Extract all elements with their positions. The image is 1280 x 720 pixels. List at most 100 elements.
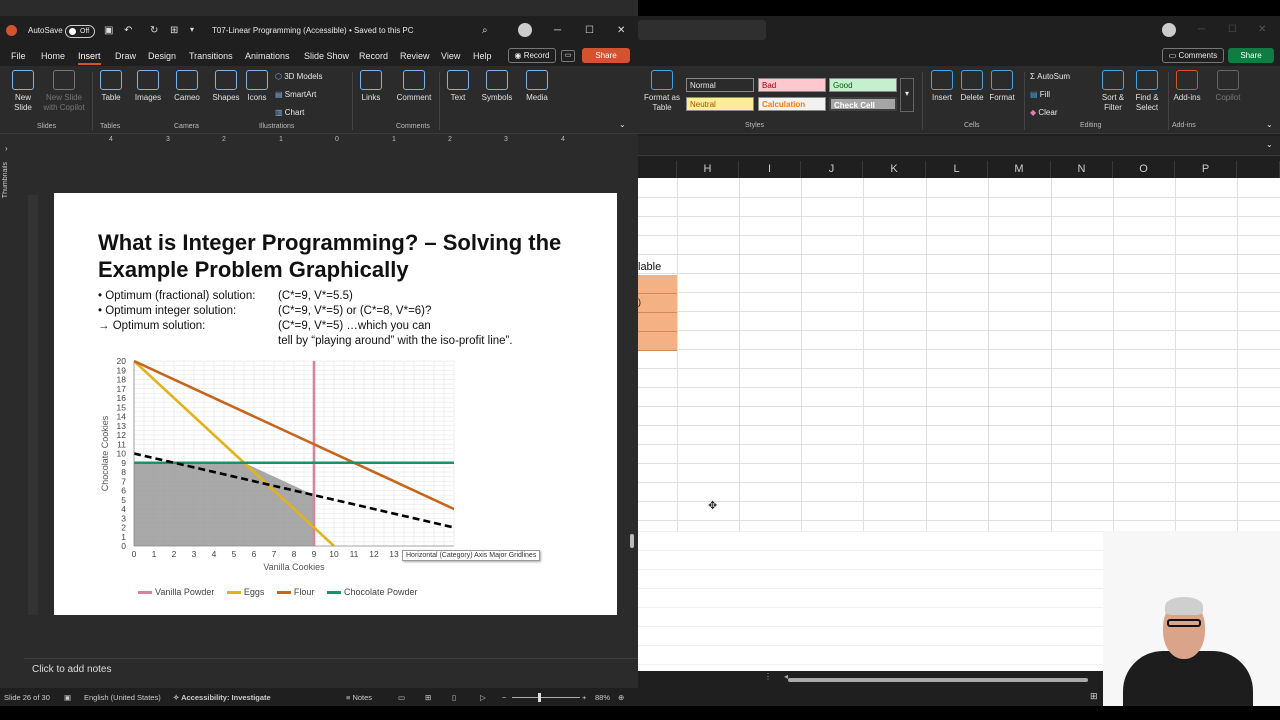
horizontal-scrollbar-thumb[interactable] — [788, 678, 1088, 682]
excel-collapse-ribbon-icon[interactable]: ⌄ — [1266, 120, 1273, 129]
style-neutral[interactable]: Neutral — [686, 97, 754, 111]
column-header[interactable]: J — [801, 161, 863, 178]
spreadsheet-grid-lower[interactable] — [638, 531, 1103, 671]
cell-partial-text[interactable]: lable — [638, 261, 661, 273]
share-button[interactable]: Share — [582, 48, 630, 63]
new-slide-button[interactable]: New Slide — [6, 70, 40, 113]
style-good[interactable]: Good — [829, 78, 897, 92]
fit-slide-icon[interactable]: ⊕ — [618, 693, 624, 702]
find-select-button[interactable]: Find & Select — [1132, 70, 1162, 113]
copilot-button[interactable]: Copilot — [1212, 70, 1244, 103]
tab-view[interactable]: View — [441, 51, 460, 61]
orange-cell[interactable] — [638, 275, 677, 294]
tab-design[interactable]: Design — [148, 51, 176, 61]
orange-cell[interactable]: ) — [638, 294, 677, 313]
excel-avatar[interactable] — [1162, 23, 1176, 37]
symbols-button[interactable]: Symbols — [480, 70, 514, 103]
slide-title[interactable]: What is Integer Programming? – Solving t… — [98, 229, 598, 283]
media-button[interactable]: Media — [523, 70, 551, 103]
excel-comments-button[interactable]: ▭ Comments — [1162, 48, 1224, 63]
orange-cell[interactable] — [638, 332, 677, 351]
save-icon[interactable]: ▣ — [104, 25, 113, 36]
tab-animations[interactable]: Animations — [245, 51, 290, 61]
customize-toolbar-icon[interactable]: ▾ — [190, 25, 194, 34]
fill-button[interactable]: ▤ Fill — [1030, 90, 1050, 99]
style-bad[interactable]: Bad — [758, 78, 826, 92]
icons-button[interactable]: Icons — [244, 70, 270, 103]
tab-transitions[interactable]: Transitions — [189, 51, 233, 61]
tab-slide-show[interactable]: Slide Show — [304, 51, 349, 61]
sort-filter-button[interactable]: Sort & Filter — [1098, 70, 1128, 113]
slideshow-icon[interactable]: ▷ — [480, 693, 486, 702]
cameo-button[interactable]: Cameo — [172, 70, 202, 103]
excel-minimize-icon[interactable]: ─ — [1198, 24, 1205, 35]
format-cells-button[interactable]: Format — [988, 70, 1016, 103]
autosave-toggle[interactable]: Off — [65, 25, 95, 38]
excel-close-icon[interactable]: ✕ — [1258, 24, 1266, 35]
column-header[interactable]: N — [1051, 161, 1113, 178]
shapes-button[interactable]: Shapes — [211, 70, 241, 103]
tab-home[interactable]: Home — [41, 51, 65, 61]
zoom-in-icon[interactable]: + — [582, 693, 586, 702]
comments-icon[interactable]: ▭ — [561, 50, 575, 62]
minimize-icon[interactable]: ─ — [554, 25, 561, 36]
column-header[interactable]: K — [863, 161, 926, 178]
zoom-out-icon[interactable]: − — [502, 693, 506, 702]
present-icon[interactable]: ⊞ — [170, 25, 178, 36]
zoom-slider-thumb[interactable] — [538, 693, 541, 702]
excel-share-button[interactable]: Share — [1228, 48, 1274, 63]
tab-record[interactable]: Record — [359, 51, 388, 61]
column-header[interactable]: I — [739, 161, 801, 178]
horizontal-scrollbar[interactable] — [768, 676, 1103, 684]
scroll-left-icon[interactable]: ◂ — [784, 672, 788, 681]
styles-more-icon[interactable]: ▾ — [900, 78, 914, 112]
slide-canvas[interactable]: What is Integer Programming? – Solving t… — [54, 193, 617, 615]
smartart-button[interactable]: ▤ SmartArt — [275, 90, 316, 99]
column-header[interactable]: L — [926, 161, 988, 178]
style-calculation[interactable]: Calculation — [758, 97, 826, 111]
add-ins-button[interactable]: Add-ins — [1172, 70, 1202, 103]
new-slide-copilot-button[interactable]: New Slide with Copilot — [42, 70, 86, 113]
accessibility-status[interactable]: ✧ Accessibility: Investigate — [173, 693, 271, 702]
insert-cells-button[interactable]: Insert — [928, 70, 956, 103]
3d-models-button[interactable]: ⬡ 3D Models — [275, 72, 322, 81]
language-status[interactable]: English (United States) — [84, 693, 161, 702]
tab-insert[interactable]: Insert — [78, 51, 101, 65]
chart-button[interactable]: ▥ Chart — [275, 108, 304, 117]
column-header[interactable]: O — [1113, 161, 1175, 178]
zoom-slider[interactable] — [512, 697, 580, 698]
column-header[interactable]: M — [988, 161, 1051, 178]
expand-formula-bar-icon[interactable]: ⌄ — [1266, 140, 1273, 149]
page-layout-icon[interactable]: ⊞ — [1090, 691, 1098, 702]
reading-view-icon[interactable]: ▯ — [452, 693, 456, 702]
tab-help[interactable]: Help — [473, 51, 492, 61]
slide-scrollbar[interactable] — [628, 138, 636, 648]
close-icon[interactable]: ✕ — [617, 25, 625, 36]
document-title[interactable]: T07-Linear Programming (Accessible) • Sa… — [212, 26, 414, 35]
spreadsheet-grid[interactable]: H I J K L M N O P lable) ✥ — [638, 161, 1280, 531]
avatar[interactable] — [518, 23, 532, 37]
format-as-table-button[interactable]: Format as Table — [642, 70, 682, 113]
column-header-partial[interactable] — [1237, 161, 1280, 178]
clear-button[interactable]: ◆ Clear — [1030, 108, 1058, 117]
links-button[interactable]: Links — [358, 70, 384, 103]
excel-search-box[interactable] — [638, 20, 766, 40]
comment-button[interactable]: Comment — [393, 70, 435, 103]
images-button[interactable]: Images — [133, 70, 163, 103]
notes-pane[interactable]: Click to add notes — [24, 658, 638, 680]
search-icon[interactable]: ⌕ — [482, 25, 488, 36]
spelling-icon[interactable]: ▣ — [64, 693, 71, 702]
expand-thumbnails-icon[interactable]: › — [5, 144, 8, 153]
formula-bar[interactable]: ⌄ — [638, 136, 1280, 156]
style-normal[interactable]: Normal — [686, 78, 754, 92]
orange-cell[interactable] — [638, 313, 677, 332]
collapse-ribbon-icon[interactable]: ⌄ — [619, 120, 626, 129]
normal-view-icon[interactable]: ▭ — [398, 693, 405, 702]
excel-maximize-icon[interactable]: ☐ — [1228, 24, 1237, 35]
tab-draw[interactable]: Draw — [115, 51, 136, 61]
sheet-options-icon[interactable]: ⋮ — [764, 672, 772, 681]
table-button[interactable]: Table — [97, 70, 125, 103]
column-header-partial[interactable] — [638, 161, 677, 178]
tab-review[interactable]: Review — [400, 51, 430, 61]
column-header[interactable]: H — [677, 161, 739, 178]
